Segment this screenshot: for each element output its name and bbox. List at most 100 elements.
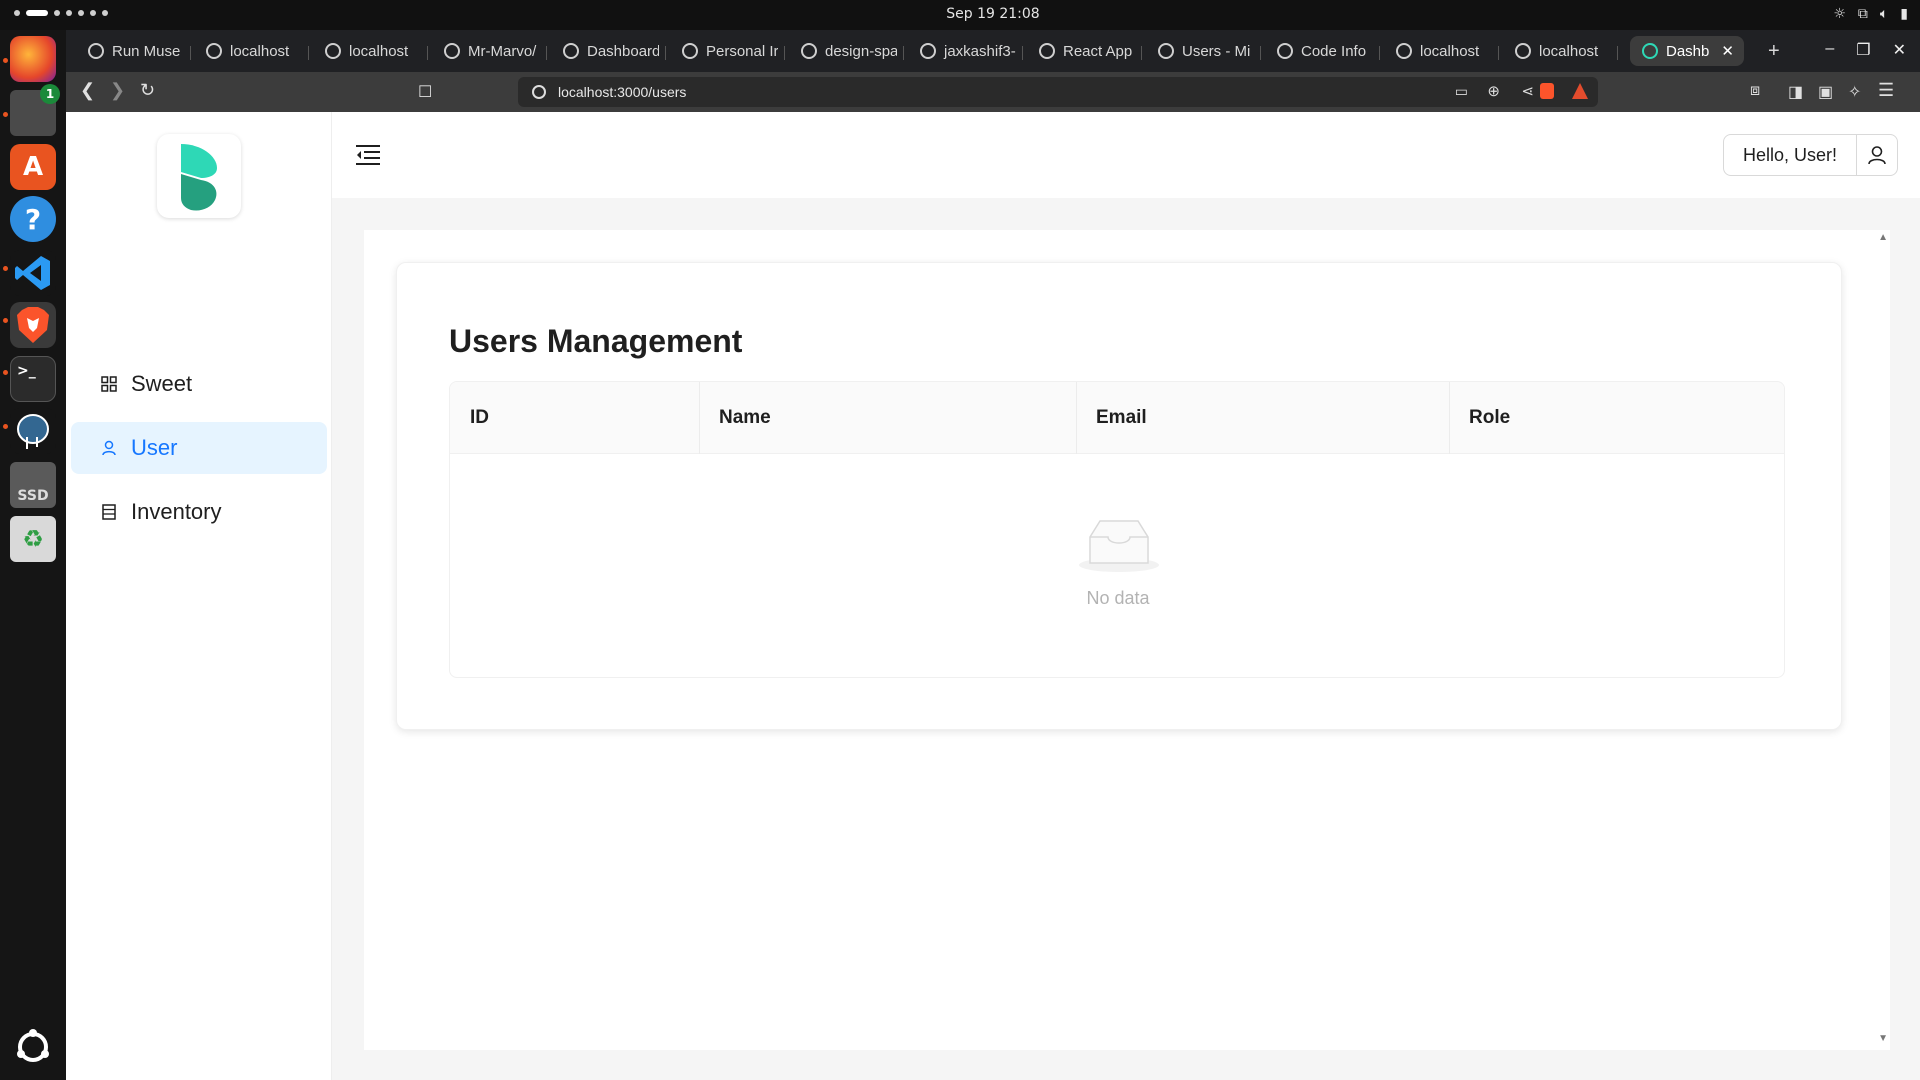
menu-fold-icon[interactable] bbox=[356, 144, 380, 166]
reload-icon[interactable]: ↻ bbox=[140, 80, 155, 101]
greeting-button[interactable]: Hello, User! bbox=[1724, 135, 1857, 175]
users-table: ID Name Email Role No data bbox=[449, 381, 1785, 678]
tab-favicon-icon bbox=[206, 43, 222, 59]
show-apps-icon[interactable] bbox=[10, 1024, 56, 1070]
ssd-drive-icon[interactable]: SSD bbox=[10, 462, 56, 508]
tab-favicon-icon bbox=[88, 43, 104, 59]
cast-icon[interactable]: ▭ bbox=[1455, 83, 1468, 100]
tab-favicon-icon bbox=[1158, 43, 1174, 59]
files-icon[interactable]: 1 bbox=[10, 84, 60, 136]
screenshot-icon[interactable]: ⧈ bbox=[1750, 82, 1760, 100]
volume-icon[interactable]: 🔈︎ bbox=[1880, 6, 1888, 22]
tab-favicon-icon bbox=[444, 43, 460, 59]
close-window-icon[interactable]: ✕ bbox=[1893, 40, 1906, 60]
bookmark-icon[interactable]: ☐ bbox=[418, 82, 432, 102]
terminal-icon[interactable]: >_ bbox=[10, 356, 56, 402]
browser-tab[interactable]: localhost bbox=[1503, 36, 1611, 66]
tab-separator bbox=[1498, 46, 1499, 60]
menu-item-user[interactable]: User bbox=[71, 422, 327, 474]
postgresql-icon[interactable] bbox=[10, 408, 56, 454]
tab-separator bbox=[427, 46, 428, 60]
menu-item-sweet-label: Sweet bbox=[131, 371, 193, 396]
sidebar: Sweet User Inventory bbox=[66, 112, 332, 1080]
tab-separator bbox=[1617, 46, 1618, 60]
browser-tab-bar: Run Muse localhost localhost Mr-Marvo/Dashb… bbox=[66, 30, 1920, 72]
browser-tab[interactable]: localhost bbox=[1384, 36, 1492, 66]
content-area: Users Management ID Name Email Role No d… bbox=[364, 230, 1890, 1050]
column-header-email[interactable]: Email bbox=[1076, 382, 1449, 454]
page-title: Users Management bbox=[449, 323, 743, 359]
browser-tab[interactable]: Mr-Marvo/ bbox=[432, 36, 540, 66]
table-header: ID Name Email Role bbox=[450, 382, 1784, 454]
system-top-bar: Sep 19 21:08 ☼ ⧉ 🔈︎ ▮ bbox=[0, 0, 1920, 30]
tab-separator bbox=[1379, 46, 1380, 60]
back-icon[interactable]: ❮ bbox=[80, 80, 95, 101]
brave-shields-icon[interactable] bbox=[1540, 83, 1554, 99]
files-badge: 1 bbox=[40, 84, 60, 104]
browser-tab[interactable]: localhost bbox=[194, 36, 302, 66]
browser-tab-label: localhost bbox=[1420, 42, 1480, 60]
firefox-icon[interactable] bbox=[10, 36, 56, 82]
tab-separator bbox=[546, 46, 547, 60]
trash-icon[interactable]: ♻ bbox=[10, 516, 56, 562]
tab-close-icon[interactable]: ✕ bbox=[1721, 42, 1734, 60]
share-icon[interactable]: ⋖ bbox=[1521, 82, 1534, 100]
app-header: Hello, User! bbox=[332, 112, 1920, 198]
zoom-icon[interactable]: ⊕ bbox=[1487, 82, 1500, 100]
browser-tab[interactable]: Code Info bbox=[1265, 36, 1373, 66]
browser-tab[interactable]: Users - Mi bbox=[1146, 36, 1254, 66]
battery-icon[interactable]: ▮ bbox=[1900, 6, 1908, 22]
tab-favicon-icon bbox=[1039, 43, 1055, 59]
maximize-icon[interactable]: ❐ bbox=[1856, 40, 1870, 60]
new-tab-button[interactable]: + bbox=[1756, 36, 1786, 66]
wallet-icon[interactable]: ▣ bbox=[1818, 82, 1833, 102]
system-clock[interactable]: Sep 19 21:08 bbox=[0, 6, 1920, 22]
column-header-id[interactable]: ID bbox=[450, 382, 699, 454]
column-header-role[interactable]: Role bbox=[1449, 382, 1784, 454]
leo-ai-icon[interactable]: ✧ bbox=[1848, 82, 1861, 102]
minimize-icon[interactable]: – bbox=[1825, 40, 1834, 60]
browser-tab[interactable]: React App bbox=[1027, 36, 1135, 66]
vscode-icon[interactable] bbox=[10, 250, 56, 296]
system-tray[interactable]: ☼ ⧉ 🔈︎ ▮ bbox=[1833, 6, 1908, 22]
help-icon[interactable]: ? bbox=[10, 196, 56, 242]
menu-item-user-label: User bbox=[131, 435, 178, 460]
browser-tab[interactable]: Personal Ir bbox=[670, 36, 778, 66]
browser-menu-icon[interactable]: ☰ bbox=[1878, 80, 1894, 101]
address-bar[interactable]: localhost:3000/users ▭ ⊕ ⋖ bbox=[518, 77, 1598, 107]
browser-tab[interactable]: design-spa bbox=[789, 36, 897, 66]
browser-tab-label: localhost bbox=[1539, 42, 1599, 60]
menu-item-inventory-label: Inventory bbox=[131, 499, 222, 524]
browser-tab-active[interactable]: Dashb ✕ bbox=[1630, 36, 1744, 66]
brave-icon[interactable] bbox=[10, 302, 56, 348]
user-profile-button[interactable] bbox=[1857, 135, 1897, 175]
browser-tab-label: Code Info bbox=[1301, 42, 1367, 60]
scroll-up-arrow-icon[interactable]: ▲ bbox=[1878, 232, 1888, 243]
app-logo[interactable] bbox=[157, 134, 241, 218]
browser-tab[interactable]: jaxkashif3- bbox=[908, 36, 1016, 66]
scroll-down-arrow-icon[interactable]: ▼ bbox=[1878, 1033, 1888, 1044]
browser-tab-label: Run Muse bbox=[112, 42, 181, 60]
column-header-name[interactable]: Name bbox=[699, 382, 1076, 454]
tab-favicon-icon bbox=[920, 43, 936, 59]
brave-rewards-icon[interactable] bbox=[1572, 83, 1588, 99]
tab-favicon-icon bbox=[1515, 43, 1531, 59]
browser-tab[interactable]: localhost bbox=[313, 36, 421, 66]
browser-toolbar: ❮ ❯ ↻ ☐ localhost:3000/users ▭ ⊕ ⋖ ⧈ ◨ ▣… bbox=[66, 72, 1920, 112]
browser-tab[interactable]: Dashboard bbox=[551, 36, 659, 66]
browser-tab-label: localhost bbox=[349, 42, 409, 60]
url-text[interactable]: localhost:3000/users bbox=[558, 84, 686, 100]
brightness-icon[interactable]: ☼ bbox=[1833, 6, 1846, 22]
browser-tab[interactable]: Run Muse bbox=[76, 36, 184, 66]
forward-icon[interactable]: ❯ bbox=[110, 80, 125, 101]
empty-inbox-icon bbox=[1079, 520, 1159, 572]
network-icon[interactable]: ⧉ bbox=[1858, 6, 1868, 22]
menu-item-inventory[interactable]: Inventory bbox=[71, 486, 327, 538]
sidebar-toggle-icon[interactable]: ◨ bbox=[1788, 82, 1803, 102]
tab-separator bbox=[665, 46, 666, 60]
site-info-icon[interactable] bbox=[532, 85, 546, 99]
menu-item-sweet[interactable]: Sweet bbox=[71, 358, 327, 410]
app-center-icon[interactable]: A bbox=[10, 144, 56, 190]
user-icon bbox=[102, 440, 116, 456]
user-greeting-group[interactable]: Hello, User! bbox=[1722, 134, 1898, 176]
